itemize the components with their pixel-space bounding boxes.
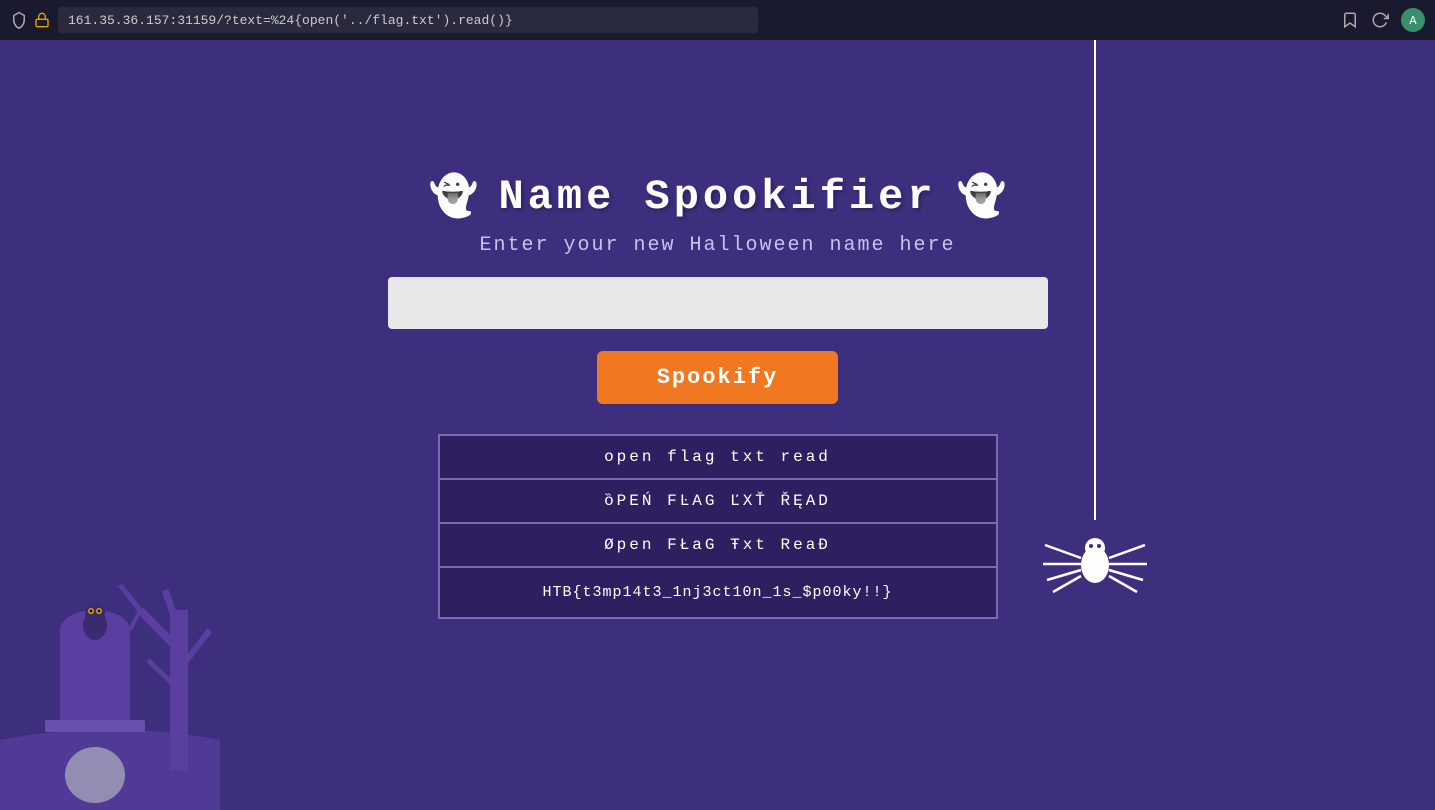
table-row: HTB{t3mp14t3_1nj3ct10n_1s_$p00ky!!}: [439, 567, 997, 618]
result-row-4-flag: HTB{t3mp14t3_1nj3ct10n_1s_$p00ky!!}: [439, 567, 997, 618]
title-row: 👻 Name Spookifier 👻: [429, 172, 1007, 222]
spookify-button[interactable]: Spookify: [597, 351, 839, 404]
ghost-left-icon: 👻: [429, 172, 479, 222]
results-table: open flag txt read ȍPEŃ FĿAG ĽXŤ ŘĘAD Øp…: [438, 434, 998, 619]
result-row-1: open flag txt read: [439, 435, 997, 479]
url-text: 161.35.36.157:31159/?text=%24{open('../f…: [68, 13, 513, 28]
app-subtitle: Enter your new Halloween name here: [479, 234, 955, 257]
result-row-2: ȍPEŃ FĿAG ĽXŤ ŘĘAD: [439, 479, 997, 523]
spider-thread: [1094, 40, 1096, 520]
spider-icon: [1035, 520, 1155, 620]
bookmark-icon[interactable]: [1341, 11, 1359, 29]
svg-text:A: A: [1409, 14, 1417, 28]
browser-icons-left: [10, 11, 50, 29]
spider-container: [1035, 40, 1155, 620]
table-row: ȍPEŃ FĿAG ĽXŤ ŘĘAD: [439, 479, 997, 523]
table-row: open flag txt read: [439, 435, 997, 479]
reload-icon[interactable]: [1371, 11, 1389, 29]
name-input[interactable]: [388, 277, 1048, 329]
result-row-3: Øpen FŁaG Ŧxt ReaĐ: [439, 523, 997, 567]
address-bar[interactable]: 161.35.36.157:31159/?text=%24{open('../f…: [58, 7, 758, 33]
left-scene-decoration: [0, 430, 220, 810]
browser-right-icons: A: [1341, 8, 1425, 32]
app-title: Name Spookifier: [498, 173, 936, 221]
table-row: Øpen FŁaG Ŧxt ReaĐ: [439, 523, 997, 567]
browser-chrome: 161.35.36.157:31159/?text=%24{open('../f…: [0, 0, 1435, 40]
shield-icon: [10, 11, 28, 29]
ghost-right-icon: 👻: [957, 172, 1007, 222]
profile-icon[interactable]: A: [1401, 8, 1425, 32]
lock-icon: [34, 12, 50, 28]
